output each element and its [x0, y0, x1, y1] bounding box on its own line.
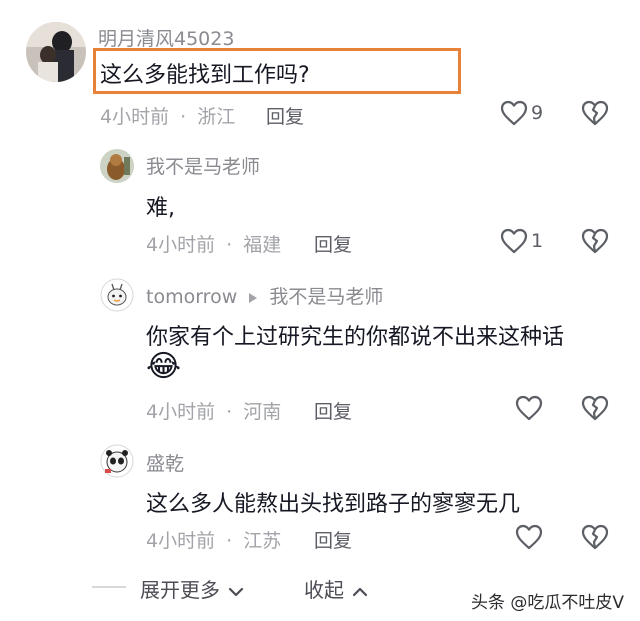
broken-heart-icon[interactable]	[581, 395, 609, 421]
like-count: 9	[531, 102, 544, 124]
meta-separator: ·	[226, 401, 233, 423]
comment-username[interactable]: 我不是马老师	[146, 152, 260, 179]
comment-time: 4小时前	[146, 401, 216, 423]
comment-location: 浙江	[197, 106, 236, 128]
chevron-up-icon	[352, 586, 368, 598]
heart-outline-icon[interactable]	[500, 228, 528, 254]
comment-text: 这么多人能熬出头找到路子的寥寥无几	[146, 492, 521, 517]
comment-username[interactable]: tomorrow	[146, 286, 237, 308]
heart-outline-icon[interactable]	[500, 100, 528, 126]
reply-button[interactable]: 回复	[314, 397, 352, 424]
meta-separator: ·	[226, 234, 233, 256]
comment-time: 4小时前	[146, 234, 216, 256]
collapse-button[interactable]: 收起	[304, 574, 368, 603]
avatar[interactable]	[100, 444, 134, 478]
divider	[92, 586, 126, 588]
expand-more-button[interactable]: 展开更多	[140, 574, 244, 603]
watermark: 头条 @吃瓜不吐皮V	[470, 593, 624, 613]
avatar[interactable]	[100, 149, 134, 183]
meta-separator: ·	[180, 106, 187, 128]
laughing-emoji-icon: 😂	[146, 349, 182, 384]
chevron-down-icon	[228, 586, 244, 598]
avatar[interactable]	[26, 22, 86, 82]
collapse-label: 收起	[304, 578, 344, 602]
reply-button[interactable]: 回复	[266, 102, 304, 129]
like-count: 1	[531, 230, 544, 252]
comment-location: 福建	[243, 234, 282, 256]
avatar[interactable]	[100, 278, 134, 312]
comment-text: 难,	[146, 196, 175, 221]
reply-to-username[interactable]: 我不是马老师	[269, 286, 383, 308]
meta-separator: ·	[226, 530, 233, 552]
broken-heart-icon[interactable]	[581, 228, 609, 254]
broken-heart-icon[interactable]	[581, 524, 609, 550]
reply-button[interactable]: 回复	[314, 230, 352, 257]
comment-text: 你家有个上过研究生的你都说不出来这种话	[146, 325, 565, 350]
comment-username[interactable]: 盛乾	[146, 449, 184, 476]
comment-location: 江苏	[243, 530, 282, 552]
comment-location: 河南	[243, 401, 282, 423]
reply-button[interactable]: 回复	[314, 526, 352, 553]
reply-arrow-icon	[247, 291, 259, 305]
comment-time: 4小时前	[146, 530, 216, 552]
expand-more-label: 展开更多	[140, 578, 220, 602]
heart-outline-icon[interactable]	[515, 524, 543, 550]
comment-time: 4小时前	[100, 106, 170, 128]
comment-text: 这么多能找到工作吗?	[100, 63, 310, 88]
broken-heart-icon[interactable]	[581, 100, 609, 126]
heart-outline-icon[interactable]	[515, 395, 543, 421]
comment-username[interactable]: 明月清风45023	[98, 24, 234, 51]
